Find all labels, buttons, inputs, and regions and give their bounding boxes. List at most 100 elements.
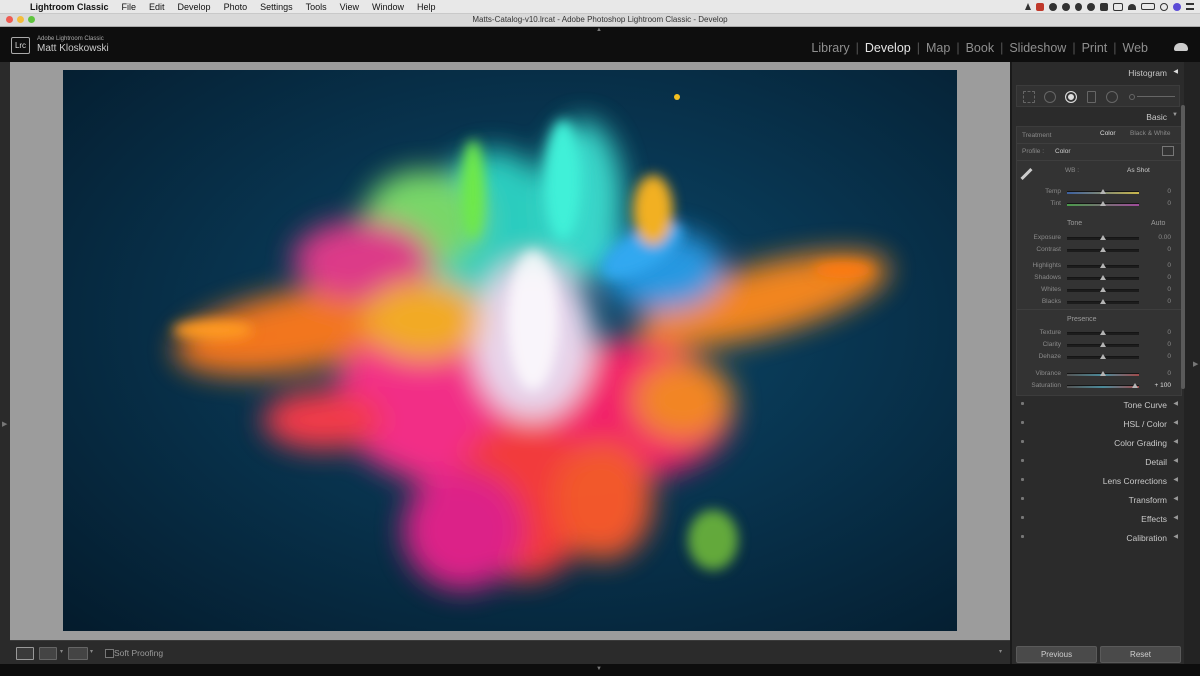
panel-header-detail[interactable]: Detail ◀ [1018, 453, 1181, 471]
menu-edit[interactable]: Edit [149, 2, 165, 12]
module-library[interactable]: Library [805, 41, 855, 55]
module-print[interactable]: Print [1076, 41, 1114, 55]
collapse-right-panel-icon[interactable]: ▶ [1193, 360, 1198, 368]
wb-dropdown[interactable]: As Shot [1127, 167, 1150, 174]
menu-window[interactable]: Window [372, 2, 404, 12]
expand-left-panel-icon[interactable]: ▶ [2, 420, 7, 428]
menu-tools[interactable]: Tools [306, 2, 327, 12]
before-after-view-button[interactable] [39, 647, 57, 660]
panel-header-histogram[interactable]: Histogram ◀ [1018, 64, 1181, 82]
profile-browser-icon[interactable] [1162, 146, 1174, 156]
menu-lightroom-classic[interactable]: Lightroom Classic [30, 2, 109, 12]
slider-thumb-highlights[interactable] [1100, 263, 1106, 268]
adjustment-brush-icon[interactable] [1129, 94, 1135, 100]
brush-size-slider[interactable] [1137, 96, 1175, 97]
menu-file[interactable]: File [122, 2, 137, 12]
slider-value-saturation[interactable]: + 100 [1141, 382, 1171, 389]
panel-header-transform[interactable]: Transform ◀ [1018, 491, 1181, 509]
loupe-view-button[interactable] [16, 647, 34, 660]
app-status-icon[interactable] [1036, 2, 1044, 11]
top-panel-toggle-icon[interactable]: ▲ [596, 27, 602, 33]
module-map[interactable]: Map [920, 41, 956, 55]
slider-track-saturation[interactable] [1067, 385, 1139, 388]
airplay-icon[interactable] [1113, 2, 1123, 11]
panel-switch-icon[interactable] [1021, 516, 1024, 519]
cloud-status-icon[interactable] [1049, 2, 1057, 11]
panel-switch-icon[interactable] [1021, 459, 1024, 462]
treatment-color-option[interactable]: Color [1100, 130, 1116, 137]
module-web[interactable]: Web [1117, 41, 1154, 55]
sync-icon[interactable] [1062, 2, 1070, 11]
module-develop[interactable]: Develop [859, 41, 917, 55]
slider-thumb-whites[interactable] [1100, 287, 1106, 292]
slider-value-highlights[interactable]: 0 [1141, 262, 1171, 269]
panel-switch-icon[interactable] [1021, 497, 1024, 500]
panel-switch-icon[interactable] [1021, 402, 1024, 405]
slider-thumb-tint[interactable] [1100, 201, 1106, 206]
slider-value-contrast[interactable]: 0 [1141, 246, 1171, 253]
slider-thumb-shadows[interactable] [1100, 275, 1106, 280]
slider-thumb-contrast[interactable] [1100, 247, 1106, 252]
red-eye-tool-icon[interactable] [1065, 91, 1077, 103]
panel-scrollbar[interactable] [1181, 105, 1185, 389]
skype-icon[interactable] [1075, 2, 1082, 11]
menu-help[interactable]: Help [417, 2, 436, 12]
panel-header-calibration[interactable]: Calibration ◀ [1018, 529, 1181, 547]
search-icon[interactable] [1160, 2, 1168, 11]
swap-dropdown-icon[interactable]: ▾ [90, 648, 93, 655]
menu-photo[interactable]: Photo [224, 2, 248, 12]
wifi-icon[interactable] [1128, 3, 1136, 10]
slider-thumb-saturation[interactable] [1132, 383, 1139, 388]
slider-value-texture[interactable]: 0 [1141, 329, 1171, 336]
slider-value-temp[interactable]: 0 [1141, 188, 1171, 195]
graduated-filter-icon[interactable] [1087, 91, 1096, 103]
menu-view[interactable]: View [340, 2, 359, 12]
module-book[interactable]: Book [960, 41, 1001, 55]
panel-header-lens-corrections[interactable]: Lens Corrections ◀ [1018, 472, 1181, 490]
before-after-dropdown-icon[interactable]: ▾ [60, 648, 63, 655]
menu-develop[interactable]: Develop [178, 2, 211, 12]
slider-thumb-vibrance[interactable] [1100, 371, 1106, 376]
panel-header-effects[interactable]: Effects ◀ [1018, 510, 1181, 528]
slider-value-whites[interactable]: 0 [1141, 286, 1171, 293]
siri-icon[interactable] [1173, 2, 1181, 11]
slider-value-clarity[interactable]: 0 [1141, 341, 1171, 348]
slider-thumb-clarity[interactable] [1100, 342, 1106, 347]
slider-thumb-texture[interactable] [1100, 330, 1106, 335]
panel-switch-icon[interactable] [1021, 421, 1024, 424]
cloud-sync-icon[interactable] [1174, 43, 1188, 51]
panel-header-color-grading[interactable]: Color Grading ◀ [1018, 434, 1181, 452]
panel-header-basic[interactable]: Basic ▼ [1018, 108, 1181, 126]
panel-switch-icon[interactable] [1021, 440, 1024, 443]
module-slideshow[interactable]: Slideshow [1003, 41, 1072, 55]
profile-dropdown[interactable]: Color [1055, 148, 1071, 155]
soft-proofing-checkbox[interactable] [105, 649, 114, 658]
menu-settings[interactable]: Settings [260, 2, 293, 12]
slider-thumb-dehaze[interactable] [1100, 354, 1106, 359]
slider-value-dehaze[interactable]: 0 [1141, 353, 1171, 360]
slider-value-blacks[interactable]: 0 [1141, 298, 1171, 305]
previous-button[interactable]: Previous [1016, 646, 1097, 663]
treatment-bw-option[interactable]: Black & White [1130, 130, 1170, 137]
slider-value-shadows[interactable]: 0 [1141, 274, 1171, 281]
panel-switch-icon[interactable] [1021, 535, 1024, 538]
tone-auto-button[interactable]: Auto [1151, 220, 1165, 227]
slider-thumb-blacks[interactable] [1100, 299, 1106, 304]
settings-status-icon[interactable] [1087, 2, 1095, 11]
crop-tool-icon[interactable] [1023, 91, 1035, 103]
dropbox-icon[interactable] [1100, 2, 1108, 11]
slider-value-vibrance[interactable]: 0 [1141, 370, 1171, 377]
location-icon[interactable] [1025, 3, 1031, 10]
notification-center-icon[interactable] [1186, 3, 1194, 10]
white-balance-eyedropper-icon[interactable] [1020, 167, 1033, 181]
panel-header-tone-curve[interactable]: Tone Curve ◀ [1018, 396, 1181, 414]
panel-switch-icon[interactable] [1021, 478, 1024, 481]
expand-filmstrip-icon[interactable]: ▼ [596, 666, 602, 672]
before-after-swap-button[interactable] [68, 647, 88, 660]
photo-preview[interactable] [63, 70, 957, 631]
toolbar-options-icon[interactable]: ▾ [999, 648, 1002, 655]
slider-thumb-exposure[interactable] [1100, 235, 1106, 240]
slider-value-tint[interactable]: 0 [1141, 200, 1171, 207]
spot-removal-tool-icon[interactable] [1044, 91, 1056, 103]
slider-value-exposure[interactable]: 0.00 [1141, 234, 1171, 241]
